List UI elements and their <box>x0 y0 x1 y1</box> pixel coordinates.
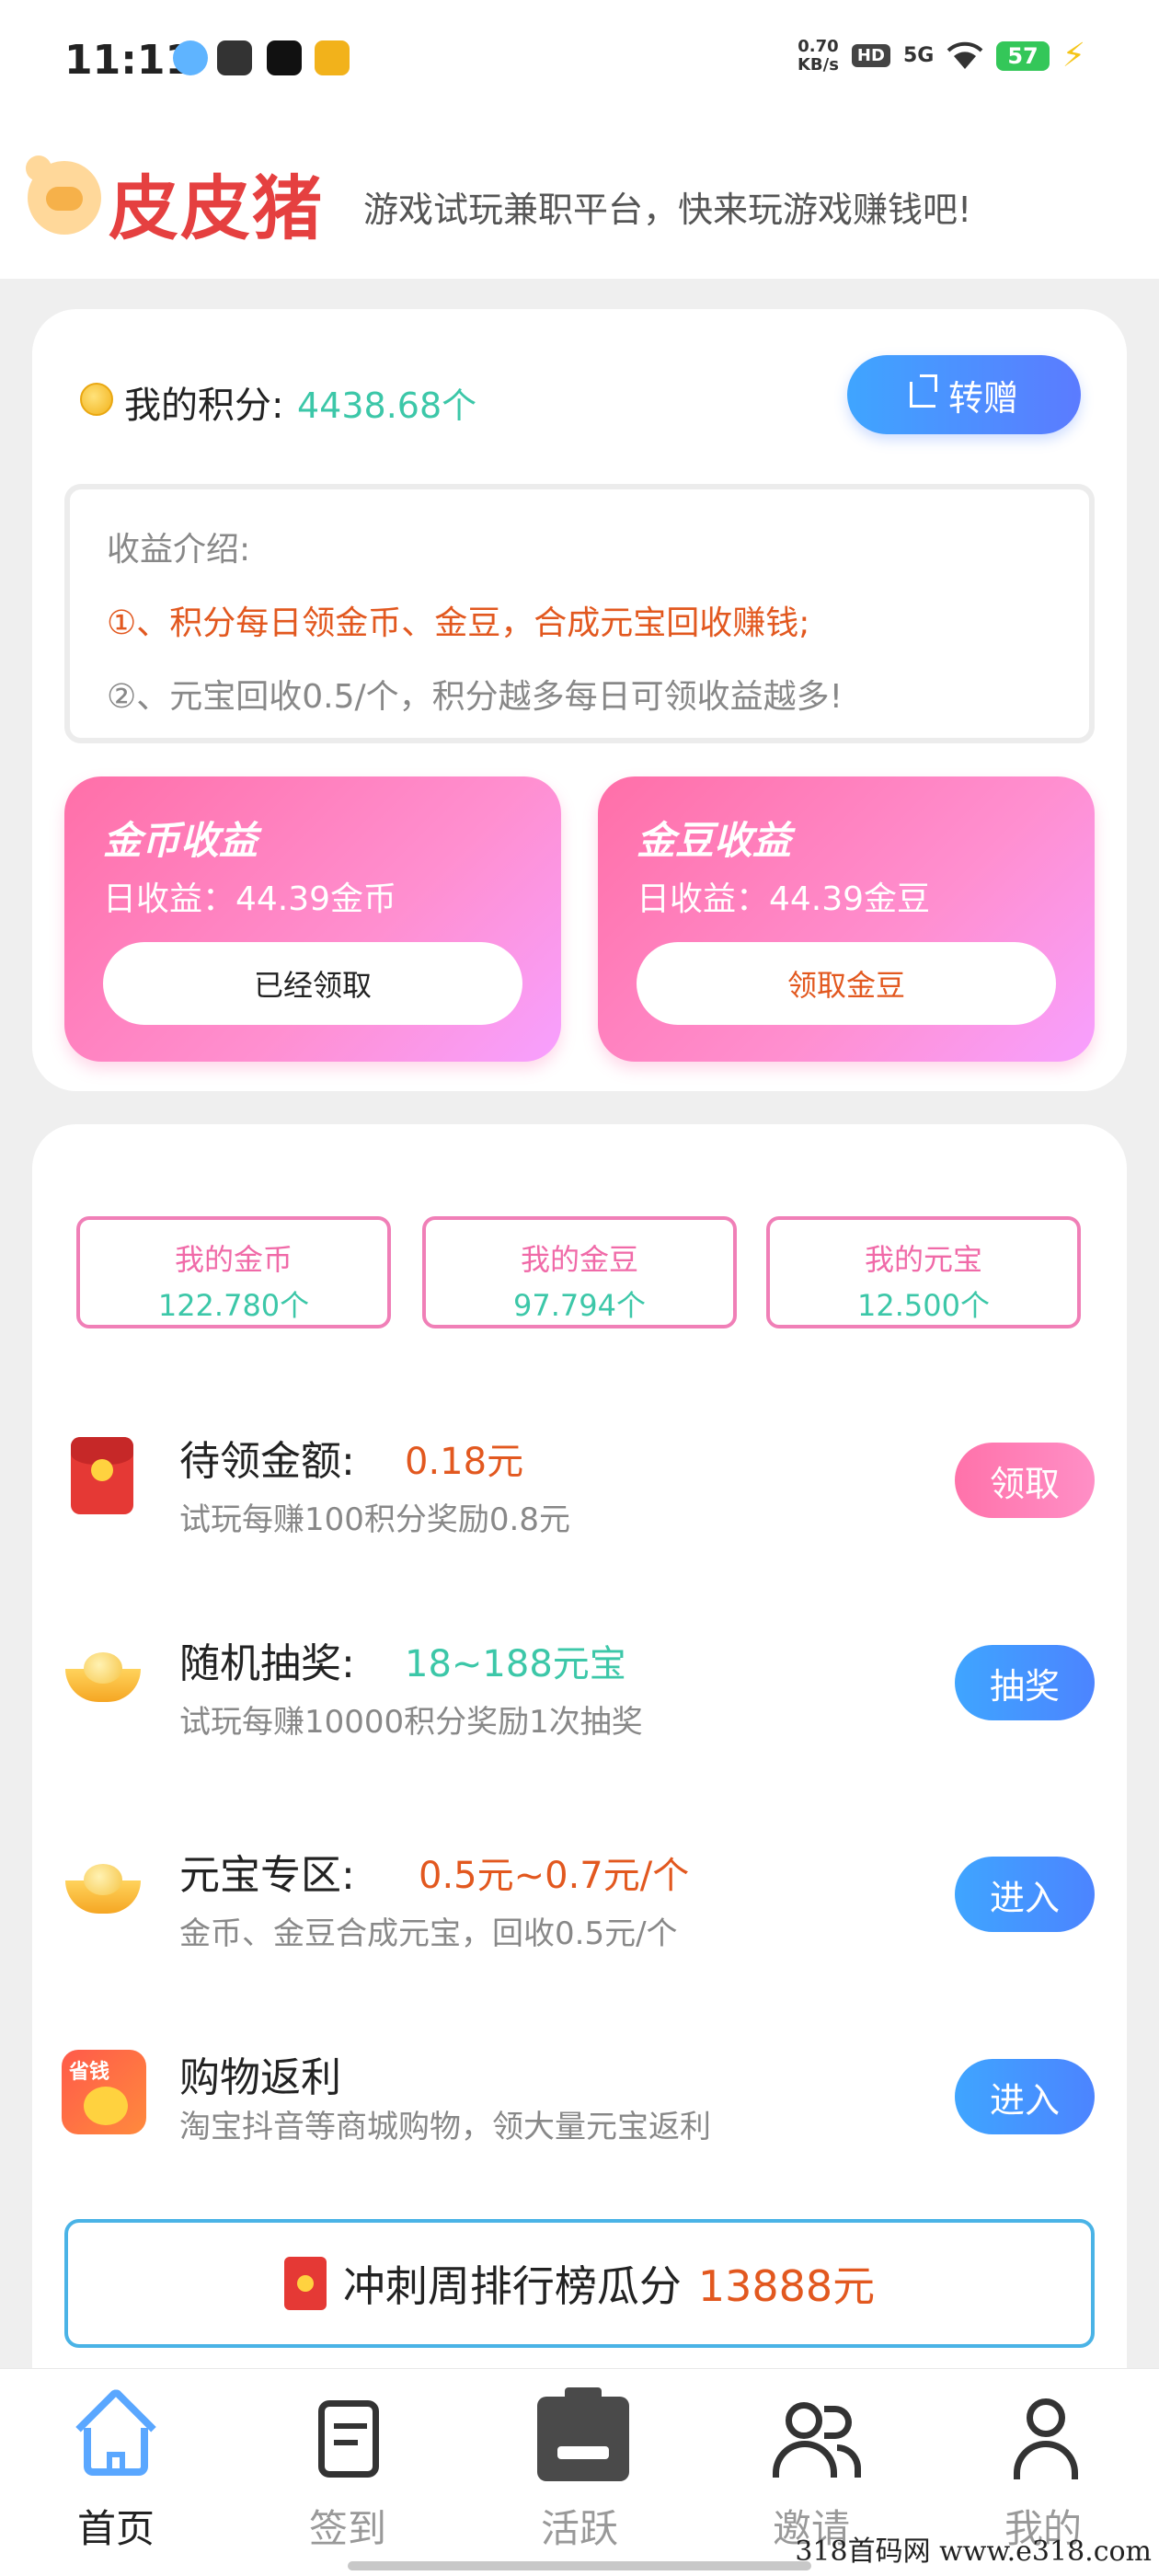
row-value: 0.18元 <box>405 1441 524 1483</box>
row-title: 元宝专区: <box>179 1852 355 1899</box>
status-bar: 11:11 0.70 KB/s HD 5G 57 ⚡ <box>0 0 1159 115</box>
home-indicator[interactable] <box>348 2561 811 2570</box>
app-header: 皮皮猪 游戏试玩兼职平台，快来玩游戏赚钱吧! <box>0 115 1159 279</box>
slogan: 游戏试玩兼职平台，快来玩游戏赚钱吧! <box>363 190 972 230</box>
shop-mascot <box>84 2087 128 2125</box>
browser-app-icon <box>173 40 208 75</box>
pig-logo-icon <box>26 155 101 235</box>
red-packet-icon <box>283 2257 327 2310</box>
my-ingots-box[interactable]: 我的元宝 12.500个 <box>766 1216 1081 1328</box>
row-desc: 试玩每赚100积分奖励0.8元 <box>179 1501 570 1538</box>
red-packet-icon <box>71 1437 133 1514</box>
claim-beans-button[interactable]: 领取金豆 <box>637 942 1056 1025</box>
lottery-row: 随机抽奖: 18~188元宝 试玩每赚10000积分奖励1次抽奖 抽奖 <box>32 1630 1127 1768</box>
lottery-button[interactable]: 抽奖 <box>955 1645 1095 1720</box>
asset-name: 我的金币 <box>174 1242 293 1277</box>
network-5g-icon: 5G <box>902 44 935 67</box>
weekly-rank-banner[interactable]: 冲刺周排行榜瓜分 13888元 <box>64 2219 1095 2348</box>
wifi-icon <box>947 41 983 69</box>
nav-sign-in[interactable]: 签到 <box>256 2395 440 2554</box>
row-title: 随机抽奖: <box>179 1640 355 1687</box>
hd-icon: HD <box>851 44 890 67</box>
enter-ingot-zone-button[interactable]: 进入 <box>955 1857 1095 1932</box>
rank-text: 冲刺周排行榜瓜分 <box>342 2261 682 2311</box>
intro-line-2: ②、元宝回收0.5/个，积分越多每日可领收益越多! <box>107 678 843 716</box>
gift-button-label: 转赠 <box>947 377 1018 419</box>
invite-icon <box>769 2395 861 2479</box>
battery-icon: 57 <box>996 40 1050 71</box>
pending-amount-row: 待领金额: 0.18元 试玩每赚100积分奖励0.8元 领取 <box>32 1428 1127 1566</box>
nav-home[interactable]: 首页 <box>24 2386 208 2554</box>
row-title: 待领金额: <box>179 1438 355 1485</box>
my-beans-box[interactable]: 我的金豆 97.794个 <box>422 1216 737 1328</box>
brand-title: 皮皮猪 <box>109 167 324 249</box>
activity-icon <box>537 2387 629 2481</box>
status-right: 0.70 KB/s HD 5G 57 ⚡ <box>798 37 1085 75</box>
row-value: 0.5元~0.7元/个 <box>419 1855 690 1897</box>
wechat-app-icon <box>217 40 252 75</box>
gold-coin-earnings-card: 金币收益 日收益：44.39金币 已经领取 <box>64 776 561 1062</box>
asset-value: 122.780个 <box>157 1288 310 1323</box>
points-value: 4438.68个 <box>297 385 477 426</box>
shopping-icon: 省钱 <box>62 2050 146 2134</box>
nav-label: 活跃 <box>540 2506 618 2551</box>
claim-button[interactable]: 领取 <box>955 1443 1095 1518</box>
intro-line-1: ①、积分每日领金币、金豆，合成元宝回收赚钱; <box>107 604 810 642</box>
rank-amount: 13888元 <box>697 2261 876 2311</box>
earn-title: 金豆收益 <box>637 818 792 863</box>
ingot-zone-row: 元宝专区: 0.5元~0.7元/个 金币、金豆合成元宝，回收0.5元/个 进入 <box>32 1842 1127 1980</box>
gold-bean-earnings-card: 金豆收益 日收益：44.39金豆 领取金豆 <box>598 776 1095 1062</box>
row-desc: 淘宝抖音等商城购物，领大量元宝返利 <box>179 2109 711 2145</box>
row-value: 18~188元宝 <box>405 1643 626 1685</box>
coin-icon <box>80 383 113 416</box>
row-desc: 试玩每赚10000积分奖励1次抽奖 <box>179 1704 643 1741</box>
claimed-button[interactable]: 已经领取 <box>103 942 522 1025</box>
earn-title: 金币收益 <box>103 818 258 863</box>
earn-daily: 日收益：44.39金币 <box>103 880 397 918</box>
points-label: 我的积分: <box>124 385 284 427</box>
earn-daily: 日收益：44.39金豆 <box>637 880 931 918</box>
my-coins-box[interactable]: 我的金币 122.780个 <box>76 1216 391 1328</box>
sign-in-icon <box>305 2395 390 2479</box>
shop-tag: 省钱 <box>69 2061 110 2084</box>
earnings-intro: 收益介绍: ①、积分每日领金币、金豆，合成元宝回收赚钱; ②、元宝回收0.5/个… <box>64 484 1095 743</box>
share-icon <box>909 374 937 408</box>
gold-ingot-icon <box>65 1864 141 1915</box>
net-speed-unit: KB/s <box>797 54 839 75</box>
gift-button[interactable]: 转赠 <box>847 355 1081 434</box>
nav-label: 首页 <box>76 2506 155 2551</box>
intro-title: 收益介绍: <box>107 531 251 569</box>
rewards-card: 我的金币 122.780个 我的金豆 97.794个 我的元宝 12.500个 … <box>32 1124 1127 2375</box>
charging-icon: ⚡ <box>1061 37 1085 75</box>
asset-name: 我的元宝 <box>864 1242 982 1277</box>
points-card: 我的积分: 4438.68个 转赠 收益介绍: ①、积分每日领金币、金豆，合成元… <box>32 309 1127 1091</box>
asset-value: 12.500个 <box>857 1288 990 1323</box>
row-desc: 金币、金豆合成元宝，回收0.5元/个 <box>179 1915 678 1952</box>
home-icon <box>74 2386 158 2479</box>
row-title: 购物返利 <box>179 2054 341 2101</box>
watermark: 318首码网 www.e318.com <box>795 2536 1152 2568</box>
gold-ingot-icon <box>65 1652 141 1704</box>
net-speed-value: 0.70 <box>798 36 839 56</box>
asset-value: 97.794个 <box>513 1288 646 1323</box>
app-notification-icon <box>315 40 350 75</box>
shopping-rebate-row: 省钱 购物返利 淘宝抖音等商城购物，领大量元宝返利 进入 <box>32 2044 1127 2182</box>
net-speed: 0.70 KB/s <box>797 36 839 75</box>
asset-name: 我的金豆 <box>520 1242 638 1277</box>
nav-activity[interactable]: 活跃 <box>488 2387 671 2554</box>
profile-icon <box>1001 2395 1085 2479</box>
nav-label: 签到 <box>308 2506 386 2551</box>
enter-shopping-button[interactable]: 进入 <box>955 2059 1095 2134</box>
tiktok-app-icon <box>267 40 302 75</box>
